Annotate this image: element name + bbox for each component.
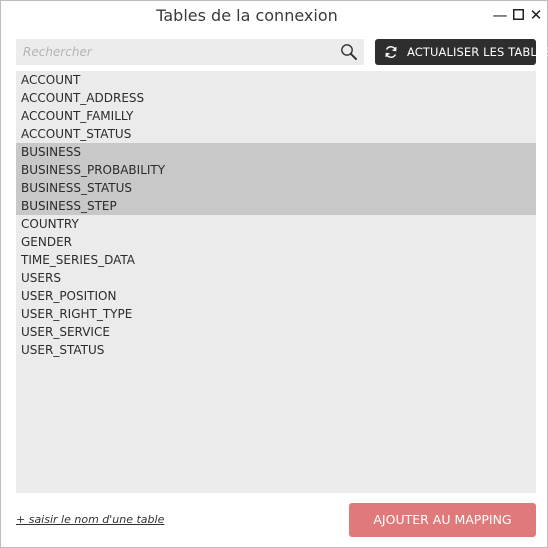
list-item[interactable]: USER_SERVICE — [16, 323, 536, 341]
refresh-tables-label: ACTUALISER LES TABLES — [407, 45, 548, 59]
list-item[interactable]: TIME_SERIES_DATA — [16, 251, 536, 269]
list-item[interactable]: USERS — [16, 269, 536, 287]
list-item[interactable]: BUSINESS_PROBABILITY — [16, 161, 536, 179]
search-icon[interactable] — [340, 43, 358, 61]
list-item[interactable]: ACCOUNT_ADDRESS — [16, 89, 536, 107]
list-item[interactable]: ACCOUNT_STATUS — [16, 125, 536, 143]
close-button[interactable]: ✕ — [528, 6, 544, 24]
enter-table-name-link[interactable]: + saisir le nom d'une table — [16, 513, 164, 526]
maximize-icon — [512, 9, 524, 20]
maximize-button[interactable] — [510, 6, 526, 24]
search-box — [16, 39, 364, 65]
table-list[interactable]: ACCOUNT ACCOUNT_ADDRESS ACCOUNT_FAMILLY … — [16, 71, 536, 493]
title-bar[interactable]: Tables de la connexion — ✕ — [1, 1, 547, 31]
minimize-button[interactable]: — — [492, 6, 508, 24]
list-item[interactable]: COUNTRY — [16, 215, 536, 233]
list-item[interactable]: USER_STATUS — [16, 341, 536, 359]
list-item[interactable]: BUSINESS — [16, 143, 536, 161]
dialog-window: Tables de la connexion — ✕ ACTUALISER LE… — [0, 0, 548, 548]
list-item[interactable]: USER_RIGHT_TYPE — [16, 305, 536, 323]
list-item[interactable]: ACCOUNT — [16, 71, 536, 89]
list-item[interactable]: GENDER — [16, 233, 536, 251]
list-item[interactable]: USER_POSITION — [16, 287, 536, 305]
add-to-mapping-button[interactable]: AJOUTER AU MAPPING — [349, 503, 536, 537]
list-item[interactable]: ACCOUNT_FAMILLY — [16, 107, 536, 125]
dialog-title: Tables de la connexion — [156, 6, 338, 25]
refresh-tables-button[interactable]: ACTUALISER LES TABLES — [375, 39, 548, 65]
refresh-icon — [385, 46, 397, 58]
list-item[interactable]: BUSINESS_STATUS — [16, 179, 536, 197]
list-item[interactable]: BUSINESS_STEP — [16, 197, 536, 215]
search-input[interactable] — [16, 39, 339, 65]
